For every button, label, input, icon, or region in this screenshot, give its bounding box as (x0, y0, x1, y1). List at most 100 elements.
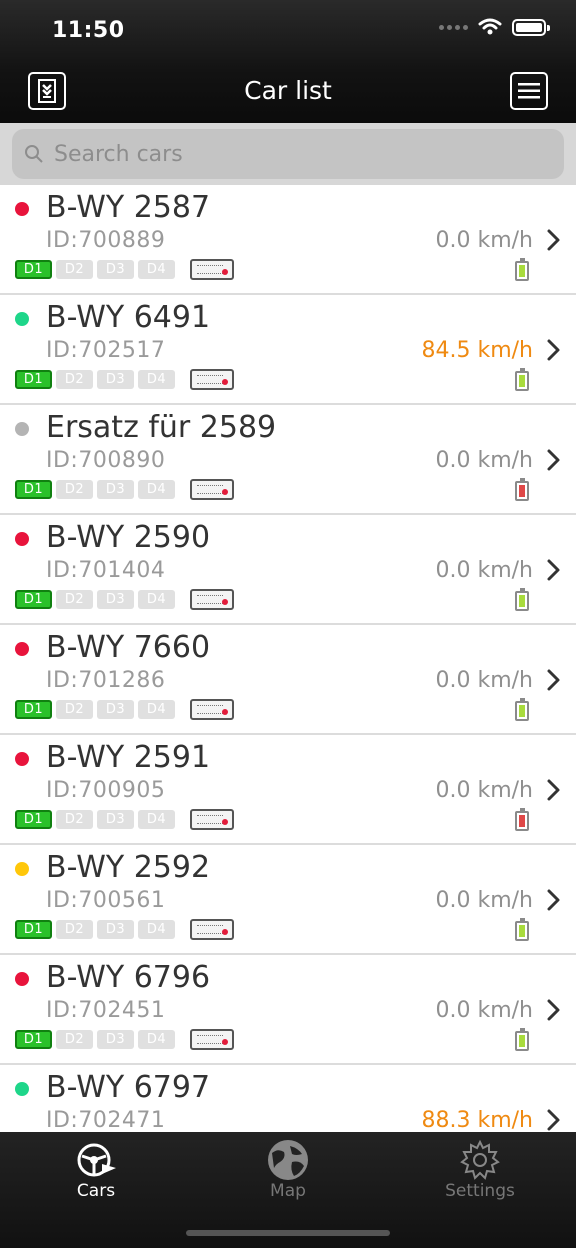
car-row[interactable]: B-WY 6797ID:70247188.3 km/hD1D2D3D4 (0, 1065, 576, 1132)
chevron-right-icon[interactable] (544, 777, 564, 803)
driver-slot-badge: D3 (97, 920, 134, 939)
battery-level-icon (515, 808, 529, 831)
chevron-right-icon[interactable] (544, 1107, 564, 1132)
chevron-right-icon[interactable] (544, 337, 564, 363)
list-menu-button[interactable] (510, 72, 548, 110)
car-row[interactable]: B-WY 7660 ID:701286 0.0 km/h D1 D2 D3 D4 (0, 625, 576, 735)
search-icon (25, 145, 43, 163)
car-speed: 0.0 km/h (435, 448, 533, 473)
driver-slot-badge: D4 (138, 810, 175, 829)
tab-settings-label: Settings (445, 1181, 515, 1201)
driver-slot-badge: D4 (138, 590, 175, 609)
driver-slots: D1 D2 D3 D4 (15, 810, 175, 829)
driver-slot-badge: D2 (56, 810, 93, 829)
signal-icon (439, 24, 468, 30)
car-speed: 0.0 km/h (435, 998, 533, 1023)
car-speed: 84.5 km/h (421, 338, 533, 363)
car-speed: 0.0 km/h (435, 888, 533, 913)
driver-slot-badge: D2 (56, 920, 93, 939)
status-dot (15, 422, 29, 436)
tab-settings[interactable]: Settings (384, 1132, 576, 1222)
tachograph-device-icon (190, 809, 234, 830)
car-row[interactable]: B-WY 2591 ID:700905 0.0 km/h D1 D2 D3 D4 (0, 735, 576, 845)
car-name: B-WY 2590 (46, 520, 211, 555)
car-id: ID:701404 (46, 558, 166, 583)
status-dot (15, 862, 29, 876)
driver-slot-badge: D3 (97, 810, 134, 829)
tab-cars[interactable]: Cars (0, 1132, 192, 1222)
driver-slot-badge: D2 (56, 480, 93, 499)
battery-level-icon (515, 918, 529, 941)
driver-slot-badge: D4 (138, 700, 175, 719)
car-speed: 0.0 km/h (435, 668, 533, 693)
driver-slots: D1 D2 D3 D4 (15, 920, 175, 939)
status-dot (15, 752, 29, 766)
car-row[interactable]: B-WY 6491 ID:702517 84.5 km/h D1 D2 D3 D4 (0, 295, 576, 405)
chevron-right-icon[interactable] (544, 997, 564, 1023)
car-name: B-WY 6796 (46, 960, 211, 995)
battery-level-icon (515, 588, 529, 611)
chevron-right-icon[interactable] (544, 667, 564, 693)
chevron-right-icon[interactable] (544, 887, 564, 913)
driver-slot-badge: D1 (15, 480, 52, 499)
car-name: B-WY 2592 (46, 850, 211, 885)
tachograph-device-icon (190, 479, 234, 500)
car-steering-icon (77, 1143, 116, 1177)
car-id: ID:702517 (46, 338, 166, 363)
battery-level-icon (515, 368, 529, 391)
driver-slot-badge: D3 (97, 1030, 134, 1049)
battery-level-icon (515, 698, 529, 721)
search-box[interactable] (12, 129, 564, 179)
chevron-right-icon[interactable] (544, 227, 564, 253)
status-time: 11:50 (52, 18, 125, 43)
driver-slot-badge: D2 (56, 370, 93, 389)
car-speed: 0.0 km/h (435, 228, 533, 253)
nav-title: Car list (244, 76, 332, 105)
list-icon (518, 83, 540, 99)
driver-slot-badge: D3 (97, 260, 134, 279)
driver-slot-badge: D1 (15, 260, 52, 279)
car-list[interactable]: B-WY 2587 ID:700889 0.0 km/h D1 D2 D3 D4 B-WY 6… (0, 185, 576, 1132)
driver-slot-badge: D4 (138, 920, 175, 939)
driver-slot-badge: D3 (97, 590, 134, 609)
search-bar (0, 123, 576, 185)
car-row[interactable]: Ersatz für 2589 ID:700890 0.0 km/h D1 D2 D3 D4 (0, 405, 576, 515)
car-row[interactable]: B-WY 2587 ID:700889 0.0 km/h D1 D2 D3 D4 (0, 185, 576, 295)
status-dot (15, 202, 29, 216)
car-name: B-WY 2587 (46, 190, 211, 225)
driver-slot-badge: D4 (138, 480, 175, 499)
car-speed: 88.3 km/h (421, 1108, 533, 1132)
car-name: B-WY 6797 (46, 1070, 211, 1105)
car-id: ID:702451 (46, 998, 166, 1023)
chevron-right-icon[interactable] (544, 557, 564, 583)
car-row[interactable]: B-WY 2590 ID:701404 0.0 km/h D1 D2 D3 D4 (0, 515, 576, 625)
car-name: B-WY 6491 (46, 300, 211, 335)
driver-slot-badge: D2 (56, 590, 93, 609)
driver-slot-badge: D3 (97, 480, 134, 499)
car-row[interactable]: B-WY 6796 ID:702451 0.0 km/h D1 D2 D3 D4 (0, 955, 576, 1065)
car-name: B-WY 7660 (46, 630, 211, 665)
tachograph-device-icon (190, 259, 234, 280)
top-bar: 11:50 Car list (0, 0, 576, 123)
driver-slots: D1 D2 D3 D4 (15, 1030, 175, 1049)
driver-slot-badge: D1 (15, 370, 52, 389)
chevron-right-icon[interactable] (544, 447, 564, 473)
car-row[interactable]: B-WY 2592 ID:700561 0.0 km/h D1 D2 D3 D4 (0, 845, 576, 955)
driver-slot-badge: D1 (15, 700, 52, 719)
car-id: ID:700561 (46, 888, 166, 913)
gear-icon (460, 1139, 500, 1180)
driver-slot-badge: D1 (15, 1030, 52, 1049)
tachograph-device-icon (190, 369, 234, 390)
status-dot (15, 532, 29, 546)
battery-status-icon (512, 18, 550, 36)
tab-map[interactable]: Map (192, 1132, 384, 1222)
driver-slots: D1 D2 D3 D4 (15, 700, 175, 719)
car-id: ID:700905 (46, 778, 166, 803)
status-dot (15, 642, 29, 656)
car-name: Ersatz für 2589 (46, 410, 277, 445)
home-indicator (186, 1230, 390, 1236)
car-id: ID:702471 (46, 1108, 166, 1132)
search-input[interactable] (54, 141, 534, 167)
wifi-icon (478, 18, 502, 35)
car-id: ID:700889 (46, 228, 166, 253)
